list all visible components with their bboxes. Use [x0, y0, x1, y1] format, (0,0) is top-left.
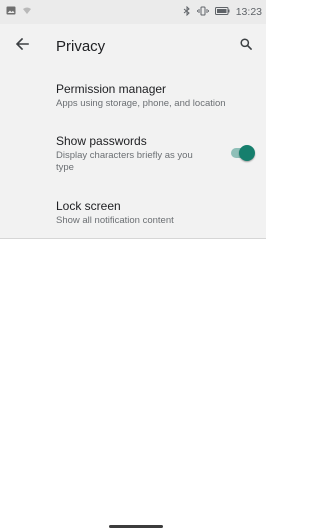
pref-lock-screen[interactable]: Lock screen Show all notification conten… — [56, 199, 256, 227]
pref-title: Lock screen — [56, 199, 121, 213]
preferences-list: Permission manager Apps using storage, p… — [0, 68, 266, 239]
pref-summary: Apps using storage, phone, and location — [56, 98, 226, 109]
pref-summary: Show all notification content — [56, 215, 174, 226]
status-bar: 13:23 — [0, 0, 266, 24]
signal-icon — [22, 6, 32, 18]
status-time: 13:23 — [235, 6, 262, 18]
pref-show-passwords[interactable]: Show passwords Display characters briefl… — [56, 134, 196, 174]
image-icon — [6, 6, 16, 18]
empty-area — [0, 239, 266, 531]
status-right-icons: 13:23 — [183, 5, 262, 19]
battery-icon — [214, 6, 230, 18]
search-button[interactable] — [226, 24, 266, 68]
pref-summary: Display characters briefly as you type — [56, 150, 193, 173]
pref-title: Show passwords — [56, 134, 147, 148]
status-left-icons — [6, 6, 32, 18]
back-button[interactable] — [0, 24, 44, 68]
pref-title: Permission manager — [56, 82, 167, 96]
arrow-back-icon — [15, 37, 29, 55]
search-icon — [240, 37, 253, 55]
toggle-thumb — [239, 145, 255, 161]
vibrate-icon — [196, 6, 209, 19]
bluetooth-icon — [183, 5, 191, 19]
app-bar: Privacy — [0, 24, 266, 68]
page-title: Privacy — [56, 37, 106, 55]
pref-permission-manager[interactable]: Permission manager Apps using storage, p… — [56, 82, 256, 110]
show-passwords-toggle[interactable] — [229, 145, 255, 161]
gesture-nav-handle[interactable] — [109, 525, 163, 528]
